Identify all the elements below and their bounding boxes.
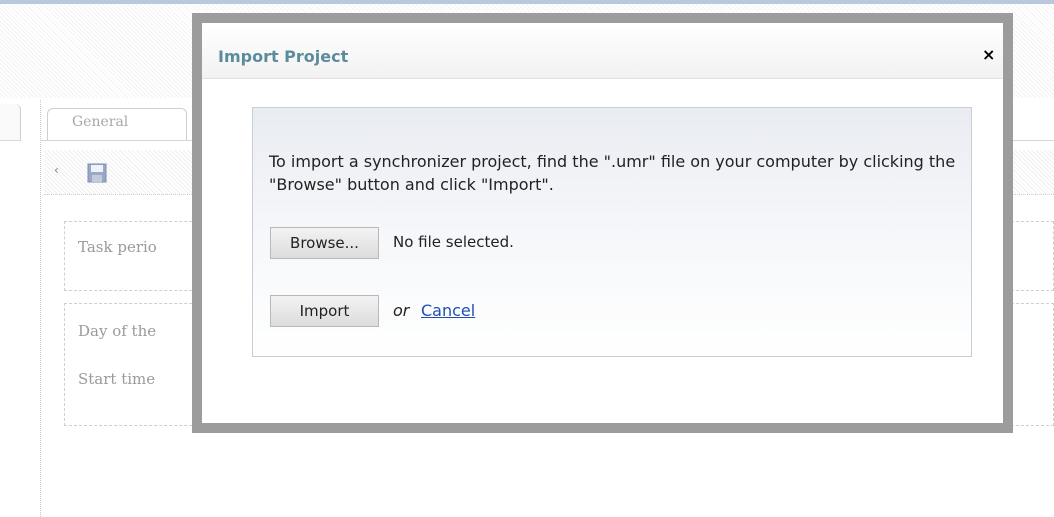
task-period-label: Task perio (78, 238, 157, 256)
dialog-titlebar: Import Project × (202, 23, 1003, 79)
left-tab-edge[interactable] (0, 104, 21, 141)
chevron-left-icon[interactable]: ‹ (54, 163, 59, 177)
instruction-text: To import a synchronizer project, find t… (269, 152, 956, 194)
file-status-text: No file selected. (393, 233, 514, 251)
import-project-dialog: Import Project × To import a synchronize… (202, 23, 1003, 423)
floppy-disk-icon[interactable] (86, 162, 108, 184)
dialog-title: Import Project (218, 47, 349, 66)
cancel-link[interactable]: Cancel (421, 301, 475, 320)
import-button[interactable]: Import (270, 295, 379, 327)
day-of-the-label: Day of the (78, 322, 157, 340)
close-icon[interactable]: × (982, 45, 995, 64)
browse-button[interactable]: Browse... (270, 227, 379, 259)
start-time-label: Start time (78, 370, 156, 388)
page: General ‹ Task perio Day of the Start ti… (0, 0, 1054, 517)
tab-general[interactable]: General (47, 108, 187, 140)
or-text: or (393, 301, 410, 320)
import-box: To import a synchronizer project, find t… (252, 107, 972, 357)
import-project-dialog-frame: Import Project × To import a synchronize… (192, 13, 1013, 433)
left-divider (40, 100, 41, 517)
